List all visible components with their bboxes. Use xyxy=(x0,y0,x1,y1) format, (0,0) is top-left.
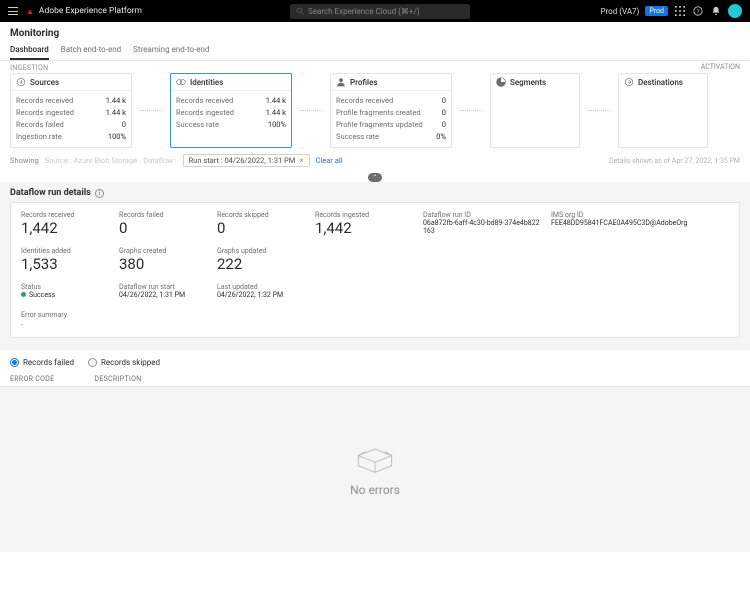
col-description: DESCRIPTION xyxy=(94,375,141,383)
radio-dot-icon xyxy=(88,358,97,367)
metric-value: 0 xyxy=(119,219,209,237)
radio-dot-icon xyxy=(10,358,19,367)
error-filter-radios: Records failed Records skipped xyxy=(0,350,750,375)
tab-dashboard[interactable]: Dashboard xyxy=(10,41,49,60)
metric-label: Dataflow run ID xyxy=(423,211,543,219)
details-panel: Records received1,442 Records failed0 Re… xyxy=(10,202,740,338)
arrow-out-icon xyxy=(624,77,634,87)
metric-value: 04/26/2022, 1:32 PM xyxy=(217,291,307,299)
radio-records-skipped[interactable]: Records skipped xyxy=(88,358,160,367)
bell-icon[interactable] xyxy=(710,5,722,17)
tab-batch[interactable]: Batch end-to-end xyxy=(61,41,121,60)
card-title: Destinations xyxy=(638,78,683,87)
page-title: Monitoring xyxy=(10,28,740,39)
stage-cards: Sources Records received1.44 k Records i… xyxy=(0,73,750,148)
identity-icon xyxy=(176,77,186,87)
tab-streaming[interactable]: Streaming end-to-end xyxy=(133,41,209,60)
metric-value: 222 xyxy=(217,255,307,273)
connector xyxy=(300,73,322,148)
details-timestamp: Details shown as of Apr 27, 2022, 1:35 P… xyxy=(609,157,740,165)
status-value: Success xyxy=(21,291,111,299)
brand-title: Adobe Experience Platform xyxy=(39,6,142,16)
info-icon[interactable]: i xyxy=(95,189,104,198)
crumb-source: Source : Azure Blob Storage xyxy=(45,156,138,165)
card-sources[interactable]: Sources Records received1.44 k Records i… xyxy=(10,73,132,148)
metric-value: 04/26/2022, 1:31 PM xyxy=(119,291,209,299)
filter-chip-run-start[interactable]: Run start : 04/26/2022, 1:31 PM × xyxy=(183,154,310,167)
chip-remove-icon[interactable]: × xyxy=(299,156,303,165)
showing-label: Showing xyxy=(10,156,39,165)
clear-all-link[interactable]: Clear all xyxy=(316,156,343,165)
env-label[interactable]: Prod (VA7) xyxy=(600,7,639,16)
env-badge: Prod xyxy=(645,6,668,16)
scroll-up-indicator[interactable]: ⌃ xyxy=(368,173,382,182)
metric-label: Records ingested xyxy=(315,211,415,219)
menu-toggle[interactable] xyxy=(8,7,18,15)
section-activation: ACTIVATION xyxy=(0,63,750,71)
connector xyxy=(588,73,610,148)
metric-label: Graphs created xyxy=(119,247,209,255)
metric-value: 06a872fb-6aff-4c30-bd89-374e4b822163 xyxy=(423,219,543,235)
card-profiles[interactable]: Profiles Records received0 Profile fragm… xyxy=(330,73,452,148)
metric-label: Records skipped xyxy=(217,211,307,219)
error-summary-label: Error summary xyxy=(21,311,67,319)
metric-label: Graphs updated xyxy=(217,247,307,255)
apps-icon[interactable] xyxy=(674,5,686,17)
empty-message: No errors xyxy=(350,483,400,497)
card-title: Sources xyxy=(30,78,59,87)
search-icon xyxy=(296,7,304,15)
card-title: Identities xyxy=(190,78,223,87)
metric-label: Dataflow run start xyxy=(119,283,209,291)
card-segments[interactable]: Segments xyxy=(490,73,580,148)
segments-icon xyxy=(496,77,506,87)
search-input[interactable]: Search Experience Cloud (⌘+/) xyxy=(290,4,470,19)
help-icon[interactable]: ? xyxy=(692,5,704,17)
connector xyxy=(460,73,482,148)
metric-value: 1,533 xyxy=(21,255,111,273)
metric-value: 0 xyxy=(217,219,307,237)
search-placeholder: Search Experience Cloud (⌘+/) xyxy=(308,7,420,16)
main-tabs: Dashboard Batch end-to-end Streaming end… xyxy=(0,41,750,61)
metric-label: Last updated xyxy=(217,283,307,291)
card-title: Profiles xyxy=(350,78,378,87)
profile-icon xyxy=(336,77,346,87)
empty-box-icon xyxy=(355,443,395,475)
adobe-logo-icon: ▲ xyxy=(26,7,34,16)
page-header: Monitoring xyxy=(0,22,750,39)
error-summary-value: - xyxy=(21,321,729,329)
svg-text:?: ? xyxy=(697,10,700,16)
metric-label: Status xyxy=(21,283,111,291)
details-section: Dataflow run details i Records received1… xyxy=(0,182,750,350)
metric-value: 1,442 xyxy=(21,219,111,237)
arrow-in-icon xyxy=(16,77,26,87)
metric-value: 1,442 xyxy=(315,219,415,237)
empty-state: No errors xyxy=(0,387,750,552)
crumb-dataflow: Dataflow : xyxy=(143,156,176,165)
metric-label: Records failed xyxy=(119,211,209,219)
card-title: Segments xyxy=(510,78,546,87)
avatar[interactable] xyxy=(728,4,742,18)
card-identities[interactable]: Identities Records received1.44 k Record… xyxy=(170,73,292,148)
card-destinations[interactable]: Destinations xyxy=(618,73,708,148)
metric-value: 380 xyxy=(119,255,209,273)
metric-label: Identities added xyxy=(21,247,111,255)
metric-value: FEE48DD95841FCAE0A495C3D@AdobeOrg xyxy=(551,219,729,227)
filter-bar: Showing Source : Azure Blob Storage Data… xyxy=(0,148,750,173)
details-heading: Dataflow run details xyxy=(10,188,91,198)
radio-records-failed[interactable]: Records failed xyxy=(10,358,74,367)
connector xyxy=(140,73,162,148)
metric-label: Records received xyxy=(21,211,111,219)
col-error-code: ERROR CODE xyxy=(10,375,54,383)
topbar: ▲ Adobe Experience Platform Search Exper… xyxy=(0,0,750,22)
metric-label: IMS org ID xyxy=(551,211,729,219)
errors-table-head: ERROR CODE DESCRIPTION xyxy=(0,375,750,387)
